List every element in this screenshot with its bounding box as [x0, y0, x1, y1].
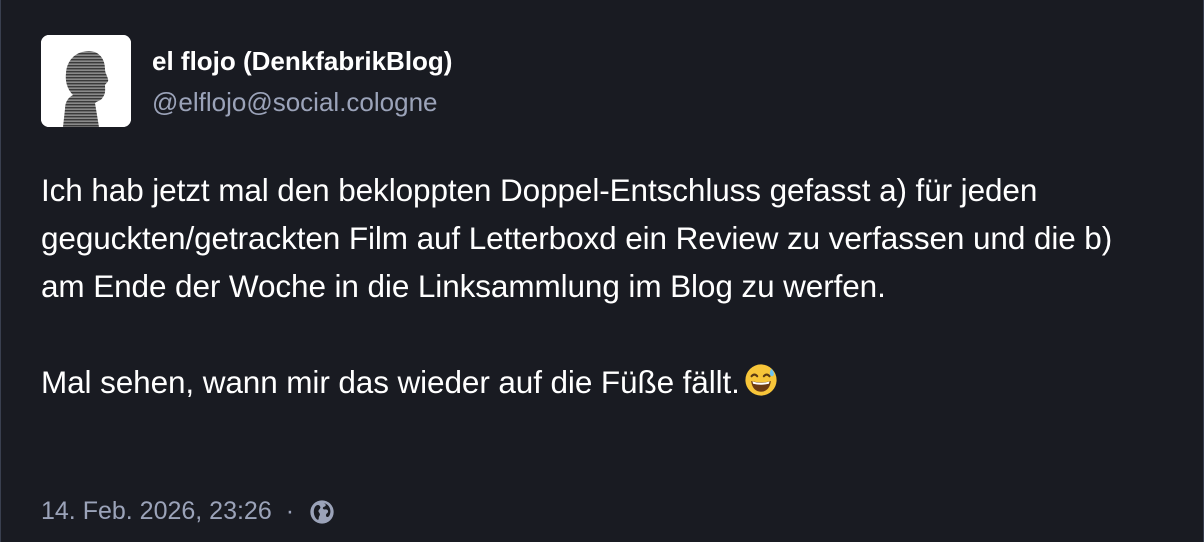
post-header: el flojo (DenkfabrikBlog) @elflojo@socia…	[41, 35, 452, 127]
post-paragraph-text: Mal sehen, wann mir das wieder auf die F…	[41, 364, 740, 400]
author-info: el flojo (DenkfabrikBlog) @elflojo@socia…	[152, 35, 452, 118]
post-paragraph-with-emoji: Mal sehen, wann mir das wieder auf die F…	[41, 358, 1161, 406]
avatar[interactable]	[41, 35, 131, 127]
globe-icon[interactable]	[308, 498, 336, 526]
author-handle[interactable]: @elflojo@social.cologne	[152, 86, 452, 118]
post-paragraph: Ich hab jetzt mal den bekloppten Doppel-…	[41, 172, 1113, 304]
post-card: el flojo (DenkfabrikBlog) @elflojo@socia…	[0, 0, 1204, 542]
sweat-smile-emoji-icon	[745, 364, 777, 396]
post-timestamp[interactable]: 14. Feb. 2026, 23:26	[41, 497, 272, 526]
post-meta: 14. Feb. 2026, 23:26 ·	[41, 497, 336, 526]
meta-separator: ·	[285, 497, 295, 525]
post-content: Ich hab jetzt mal den bekloppten Doppel-…	[41, 166, 1161, 406]
silhouette-avatar-icon	[41, 35, 131, 127]
author-display-name[interactable]: el flojo (DenkfabrikBlog)	[152, 45, 452, 77]
